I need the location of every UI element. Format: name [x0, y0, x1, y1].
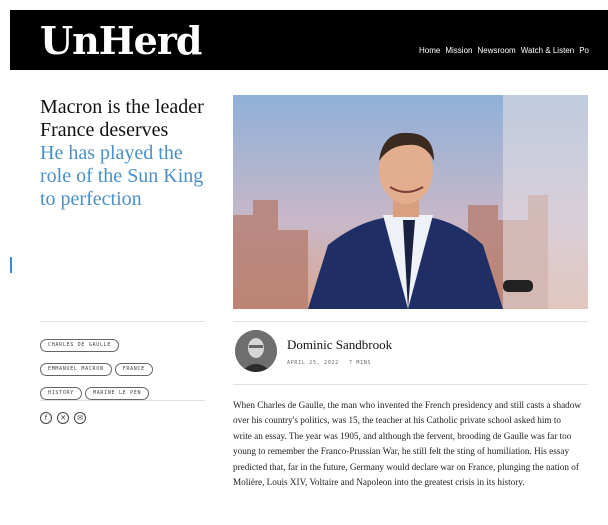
- tag-france[interactable]: FRANCE: [114, 363, 153, 376]
- nav-newsroom[interactable]: Newsroom: [477, 46, 515, 55]
- nav-podcasts[interactable]: Po: [579, 46, 589, 55]
- email-icon[interactable]: ✉: [74, 412, 86, 424]
- tags-divider: [40, 321, 205, 322]
- tag-charles-de-gaulle[interactable]: CHARLES DE GAULLE: [40, 339, 120, 352]
- nav-mission[interactable]: Mission: [445, 46, 472, 55]
- tag-marine-le-pen[interactable]: MARINE LE PEN: [84, 387, 150, 400]
- publish-date: APRIL 25, 2022: [287, 360, 339, 366]
- hero-image: [233, 95, 588, 309]
- scroll-marker: [10, 257, 12, 273]
- nav-watch-listen[interactable]: Watch & Listen: [521, 46, 575, 55]
- article-headline: Macron is the leader France deserves He …: [40, 96, 215, 211]
- author-name[interactable]: Dominic Sandbrook: [287, 337, 392, 353]
- main-nav: Home Mission Newsroom Watch & Listen Po: [419, 46, 589, 55]
- article-body: When Charles de Gaulle, the man who inve…: [233, 400, 582, 488]
- unherd-logo[interactable]: UnHerd: [40, 18, 202, 64]
- read-time: 7 MINS: [348, 360, 372, 366]
- article-subtitle: He has played the role of the Sun King t…: [40, 142, 204, 210]
- tag-list: CHARLES DE GAULLE EMMANUEL MACRON FRANCE …: [40, 333, 212, 405]
- tag-emmanuel-macron[interactable]: EMMANUEL MACRON: [40, 363, 112, 376]
- share-buttons: f ✕ ✉: [40, 412, 86, 424]
- article-title: Macron is the leader France deserves: [40, 96, 204, 141]
- share-divider: [40, 400, 205, 401]
- author-avatar[interactable]: [235, 330, 277, 372]
- facebook-icon[interactable]: f: [40, 412, 52, 424]
- tag-history[interactable]: HISTORY: [40, 387, 82, 400]
- x-icon[interactable]: ✕: [57, 412, 69, 424]
- author-divider: [233, 321, 588, 322]
- site-header: UnHerd Home Mission Newsroom Watch & Lis…: [10, 10, 608, 70]
- article-meta: APRIL 25, 2022 7 MINS: [287, 360, 371, 366]
- nav-home[interactable]: Home: [419, 46, 440, 55]
- meta-divider: [233, 384, 588, 385]
